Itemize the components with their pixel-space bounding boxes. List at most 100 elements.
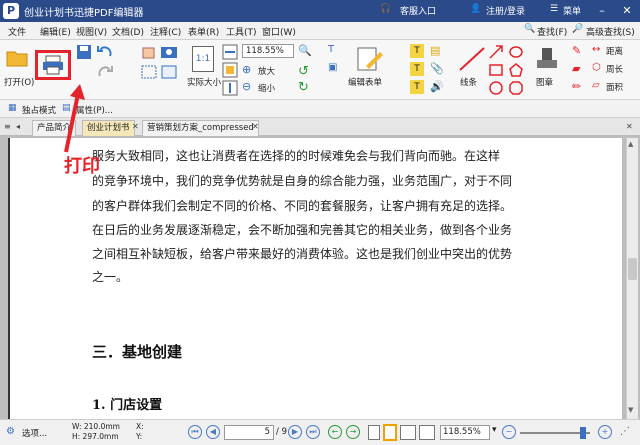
close-button[interactable]: ✕ — [615, 2, 639, 20]
perimeter-label[interactable]: 周长 — [606, 63, 623, 75]
open-button-label[interactable]: 打开(O) — [4, 76, 34, 88]
minimize-button[interactable]: – — [590, 2, 614, 20]
menu-window[interactable]: 窗口(W) — [262, 25, 296, 38]
menu-tools[interactable]: 工具(T) — [226, 25, 257, 38]
exclusive-mode-icon[interactable]: ▦ — [8, 103, 17, 113]
perimeter-icon[interactable]: ⬡ — [592, 62, 601, 73]
menu-view[interactable]: 视图(V) — [76, 25, 107, 38]
area-label[interactable]: 面积 — [606, 81, 623, 93]
note-icon[interactable]: ▤ — [430, 44, 440, 57]
fit-page-icon[interactable] — [222, 62, 238, 78]
select-text-icon[interactable] — [140, 64, 158, 80]
undo-icon[interactable] — [96, 44, 114, 60]
status-zoom-select[interactable]: 118.55% — [440, 425, 490, 440]
single-page-icon[interactable] — [368, 425, 380, 440]
image-tool-icon[interactable]: ▣ — [328, 62, 337, 73]
continuous-page-icon[interactable] — [383, 424, 397, 441]
two-page-continuous-icon[interactable] — [419, 425, 435, 440]
cloud-shape-icon[interactable] — [508, 44, 524, 60]
prev-page-icon[interactable]: ◀ — [206, 425, 220, 439]
menu-document[interactable]: 文档(D) — [112, 25, 144, 38]
edit-form-label[interactable]: 编辑表单 — [348, 76, 382, 88]
save-icon[interactable] — [76, 44, 92, 60]
edit-form-icon[interactable] — [356, 46, 384, 72]
search-icon[interactable]: 🔍 — [524, 24, 535, 34]
line-tool-icon[interactable] — [458, 46, 486, 72]
back-view-icon[interactable]: ← — [328, 425, 342, 439]
stamp-label[interactable]: 图章 — [536, 76, 553, 88]
rectangle-shape-icon[interactable] — [488, 62, 504, 78]
vertical-scrollbar[interactable]: ▲ ▼ — [626, 138, 638, 419]
eraser-icon[interactable]: ▰ — [572, 62, 580, 75]
distance-icon[interactable]: ↔ — [592, 44, 600, 55]
zoom-slider-thumb[interactable] — [580, 427, 586, 439]
zoom-search-icon[interactable]: 🔍 — [298, 44, 312, 57]
rotate-ccw-icon[interactable]: ↺ — [298, 64, 309, 79]
menu-list-icon[interactable]: ≡ — [4, 122, 11, 131]
last-page-icon[interactable]: ⏭ — [306, 425, 320, 439]
menu-link[interactable]: 菜单 — [563, 4, 581, 17]
textbox-icon[interactable]: T — [410, 62, 424, 76]
sound-icon[interactable]: 🔊 — [430, 80, 444, 93]
ellipse-shape-icon[interactable] — [488, 80, 504, 96]
open-folder-icon[interactable] — [6, 46, 28, 68]
tab-scroll-left-icon[interactable]: ◂ — [16, 122, 20, 131]
first-page-icon[interactable]: ⏮ — [188, 425, 202, 439]
scroll-down-icon[interactable]: ▼ — [628, 406, 633, 414]
status-zoom-out-icon[interactable]: − — [502, 425, 516, 439]
zoom-in-label[interactable]: 放大 — [258, 65, 275, 77]
area-icon[interactable]: ▱ — [592, 80, 600, 91]
menu-icon[interactable]: ☰ — [550, 4, 558, 14]
zoom-out-icon[interactable]: ⊖ — [242, 80, 251, 93]
actual-size-label[interactable]: 实际大小 — [187, 76, 221, 88]
panel-close-icon[interactable]: ✕ — [626, 122, 633, 131]
octagon-shape-icon[interactable] — [508, 80, 524, 96]
typewriter-icon[interactable]: T — [410, 44, 424, 58]
menu-file[interactable]: 文件 — [8, 25, 26, 38]
select-area-icon[interactable] — [160, 64, 178, 80]
callout-icon[interactable]: T — [410, 80, 424, 94]
zoom-in-icon[interactable]: ⊕ — [242, 63, 251, 76]
print-icon[interactable] — [42, 55, 64, 75]
attachment-icon[interactable]: 📎 — [430, 62, 444, 75]
stamp-icon[interactable] — [534, 46, 560, 72]
tab-business-plan[interactable]: 创业计划书 — [82, 120, 135, 136]
menu-comment[interactable]: 注释(C) — [150, 25, 181, 38]
advanced-search-icon[interactable]: 🔎 — [572, 24, 583, 34]
pencil-icon[interactable]: ✏ — [572, 80, 581, 93]
pentagon-shape-icon[interactable] — [508, 62, 524, 78]
search-button[interactable]: 查找(F) — [537, 25, 567, 38]
status-zoom-in-icon[interactable]: + — [598, 425, 612, 439]
two-page-icon[interactable] — [400, 425, 416, 440]
fit-width-icon[interactable] — [222, 44, 238, 60]
page-number-input[interactable]: 5 — [224, 425, 274, 440]
line-tool-label[interactable]: 线条 — [460, 76, 477, 88]
user-icon[interactable]: 👤 — [470, 4, 481, 14]
register-login-link[interactable]: 注册/登录 — [486, 4, 525, 17]
headset-icon[interactable]: 🎧 — [380, 4, 391, 14]
tab-marketing-plan[interactable]: 营销策划方案_compressed — [142, 120, 259, 136]
zoom-select[interactable]: 118.55% — [242, 44, 294, 58]
rotate-cw-icon[interactable]: ↻ — [298, 80, 309, 95]
tab-close-icon[interactable]: ✕ — [132, 122, 139, 131]
scroll-up-icon[interactable]: ▲ — [628, 140, 633, 148]
customer-service-link[interactable]: 客服入口 — [400, 4, 436, 17]
actual-size-icon[interactable]: 1:1 — [192, 46, 214, 72]
zoom-dropdown-icon[interactable]: ▾ — [492, 425, 497, 435]
fit-visible-icon[interactable] — [222, 80, 238, 96]
options-icon[interactable]: ⚙ — [6, 426, 15, 437]
menu-edit[interactable]: 编辑(E) — [40, 25, 71, 38]
tab-close-icon[interactable]: ✕ — [252, 122, 259, 131]
hand-tool-icon[interactable] — [140, 44, 158, 60]
scroll-thumb[interactable] — [628, 258, 637, 280]
highlight-icon[interactable]: ✎ — [572, 44, 581, 57]
exclusive-mode-button[interactable]: 独占模式 — [22, 104, 56, 116]
menu-form[interactable]: 表单(R) — [188, 25, 219, 38]
text-tool-icon[interactable]: T — [328, 44, 334, 55]
next-page-icon[interactable]: ▶ — [288, 425, 302, 439]
resize-grip-icon[interactable]: ⋰ — [620, 426, 630, 437]
arrow-shape-icon[interactable] — [488, 44, 504, 60]
advanced-search-button[interactable]: 高级查找(S) — [586, 25, 635, 38]
distance-label[interactable]: 距离 — [606, 45, 623, 57]
options-button[interactable]: 选项... — [22, 427, 47, 439]
